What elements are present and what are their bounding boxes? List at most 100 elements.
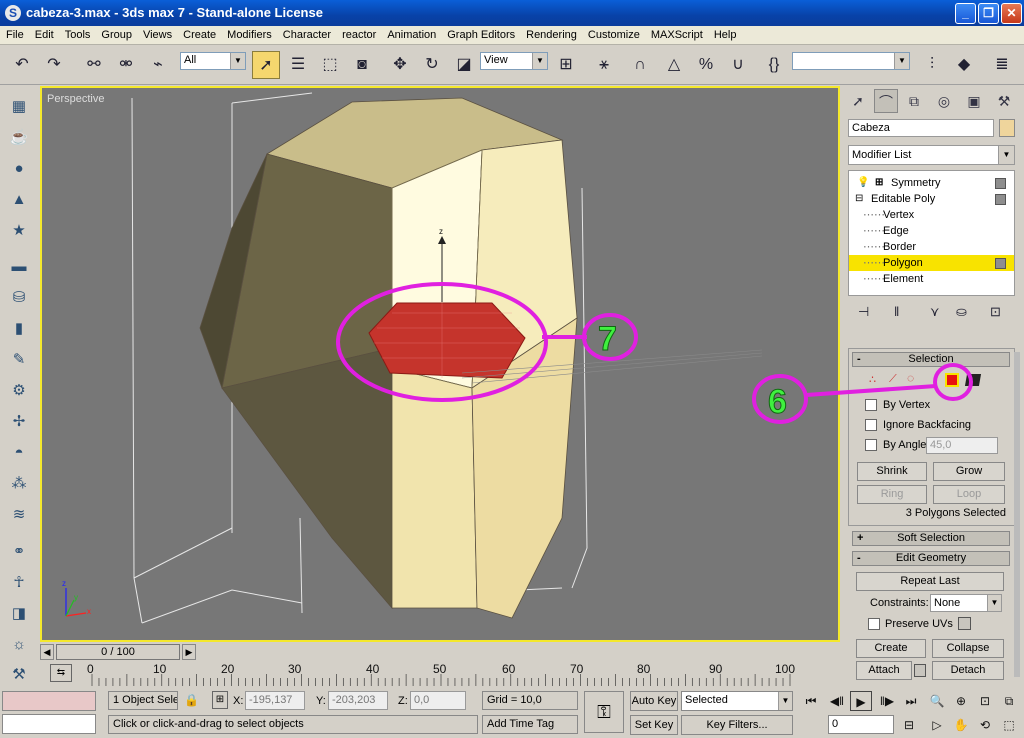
x-coordinate-field[interactable]: -195,137 [245,691,305,710]
render-icon[interactable]: ☼ [8,634,30,656]
play-icon[interactable]: ▶ [850,691,872,711]
maximize-button[interactable]: ❐ [978,3,999,24]
menu-group[interactable]: Group [95,26,137,41]
stack-item-border[interactable]: ⋯⋯ Border [849,239,1014,255]
tab-modify-icon[interactable]: ⌒ [874,89,898,113]
repeat-last-button[interactable]: Repeat Last [856,572,1004,591]
selected-polygons[interactable] [368,302,526,379]
menu-tools[interactable]: Tools [59,26,96,41]
biped-icon[interactable]: ☥ [8,572,30,594]
app-icon[interactable]: S [5,5,21,21]
menu-graph-editors[interactable]: Graph Editors [441,26,520,41]
current-frame-field[interactable]: 0 [828,715,894,734]
preserve-uvs-settings-icon[interactable] [958,617,971,630]
stack-item-editable-poly[interactable]: ⊟ Editable Poly [849,191,1014,207]
previous-frame-icon[interactable]: ◀ [40,644,54,660]
plane-icon[interactable]: ▬ [8,256,30,278]
element-subobject-icon[interactable] [964,374,982,386]
stack-toggle-box[interactable] [995,194,1006,205]
ignore-backfacing-checkbox[interactable] [865,419,877,431]
detach-button[interactable]: Detach [932,661,1004,680]
key-filters-button[interactable]: Key Filters... [681,715,793,735]
pin-stack-icon[interactable]: ⊣ [858,304,869,320]
y-coordinate-field[interactable]: -203,203 [328,691,388,710]
auto-key-button[interactable]: Auto Key [630,691,678,711]
stack-item-edge[interactable]: ⋯⋯ Edge [849,223,1014,239]
pan-icon[interactable]: ✋ [950,715,972,735]
zoom-all-icon[interactable]: ⊕ [950,691,972,711]
material-icon[interactable]: ◨ [8,603,30,625]
menu-maxscript[interactable]: MAXScript [645,26,708,41]
go-to-end-icon[interactable]: ⏭ [900,691,922,711]
configure-sets-icon[interactable]: ⊡ [990,304,1001,320]
minimize-button[interactable]: _ [955,3,976,24]
stack-item-vertex[interactable]: ⋯⋯ Vertex [849,207,1014,223]
object-color-swatch[interactable] [999,119,1015,137]
capsule-icon[interactable]: ▮ [8,318,30,340]
stack-toggle-box[interactable] [995,178,1006,189]
key-mode-dropdown[interactable]: Selected ▼ [681,691,793,711]
previous-key-icon[interactable]: ◀‖ [826,691,848,711]
set-key-icon[interactable]: ⚿ [584,691,624,733]
redo-icon[interactable]: ↷ [40,51,68,79]
constraints-dropdown[interactable]: None ▼ [930,594,1002,612]
particles-icon[interactable]: ⁂ [8,473,30,495]
polygon-subobject-icon[interactable] [945,373,959,387]
menu-edit[interactable]: Edit [29,26,59,41]
expand-plus-icon[interactable]: ⊞ [875,175,883,191]
absolute-mode-icon[interactable]: ⊞ [212,691,228,709]
light-icon[interactable]: ✎ [8,349,30,371]
zoom-extents-all-icon[interactable]: ⧉ [998,691,1020,711]
loop-button[interactable]: Loop [933,485,1005,504]
star-icon[interactable]: ★ [8,220,30,242]
manipulate-icon[interactable]: ⚹ [590,51,618,79]
menu-customize[interactable]: Customize [582,26,645,41]
menu-file[interactable]: File [0,26,29,41]
spinner-snap-icon[interactable]: ∪ [724,51,752,79]
attach-button[interactable]: Attach [856,661,912,680]
rotate-icon[interactable]: ↻ [418,51,446,79]
mirror-icon[interactable]: ⫶ [918,51,946,79]
preserve-uvs-checkbox[interactable] [868,618,880,630]
stack-item-polygon[interactable]: ⋯⋯ Polygon [849,255,1014,271]
stack-item-element[interactable]: ⋯⋯ Element [849,271,1014,287]
rectangular-selection-icon[interactable]: ⬚ [316,51,344,79]
gear-icon[interactable]: ⚙ [8,380,30,402]
light-bulb-icon[interactable]: 💡 [857,175,869,191]
window-crossing-icon[interactable]: ◙ [348,51,376,79]
menu-modifiers[interactable]: Modifiers [221,26,277,41]
grow-button[interactable]: Grow [933,462,1005,481]
create-button[interactable]: Create [856,639,926,658]
close-button[interactable]: ✕ [1001,3,1022,24]
menu-reactor[interactable]: reactor [336,26,381,41]
reference-coordinate-dropdown[interactable]: View ▼ [480,52,548,70]
snap-toggle-icon[interactable]: ∩ [626,51,654,79]
align-icon[interactable]: ◆ [950,51,978,79]
move-icon[interactable]: ✥ [386,51,414,79]
menu-animation[interactable]: Animation [381,26,441,41]
go-to-start-icon[interactable]: ⏮ [800,691,822,711]
maximize-viewport-icon[interactable]: ⬚ [998,715,1020,735]
perspective-viewport[interactable]: z x y z 7 Perspective [40,86,840,642]
angle-snap-icon[interactable]: △ [660,51,688,79]
select-and-link-icon[interactable]: ⚯ [80,51,108,79]
utilities-icon[interactable]: ⚒ [8,664,30,686]
selection-filter-dropdown[interactable]: All ▼ [180,52,246,70]
undo-icon[interactable]: ↶ [8,51,36,79]
unlink-icon[interactable]: ⚮ [112,51,140,79]
tab-display-icon[interactable]: ▣ [962,89,986,113]
menu-help[interactable]: Help [708,26,742,41]
menu-create[interactable]: Create [177,26,221,41]
field-of-view-icon[interactable]: ▷ [926,715,948,735]
cone-icon[interactable]: ▲ [8,189,30,211]
modifier-list-dropdown[interactable]: Modifier List ▼ [848,145,1015,165]
track-bar[interactable]: ⇆ 0 10 20 30 40 50 60 70 80 90 100 [40,662,840,688]
zoom-extents-icon[interactable]: ⊡ [974,691,996,711]
border-subobject-icon[interactable]: ◌ [907,371,914,385]
select-object-icon[interactable]: ➚ [252,51,280,79]
stack-item-symmetry[interactable]: 💡 ⊞ Symmetry [849,175,1014,191]
next-frame-icon[interactable]: ▶ [182,644,196,660]
pivot-center-icon[interactable]: ⊞ [552,51,580,79]
make-unique-icon[interactable]: ⋎ [930,304,940,320]
zoom-icon[interactable]: 🔍 [926,691,948,711]
